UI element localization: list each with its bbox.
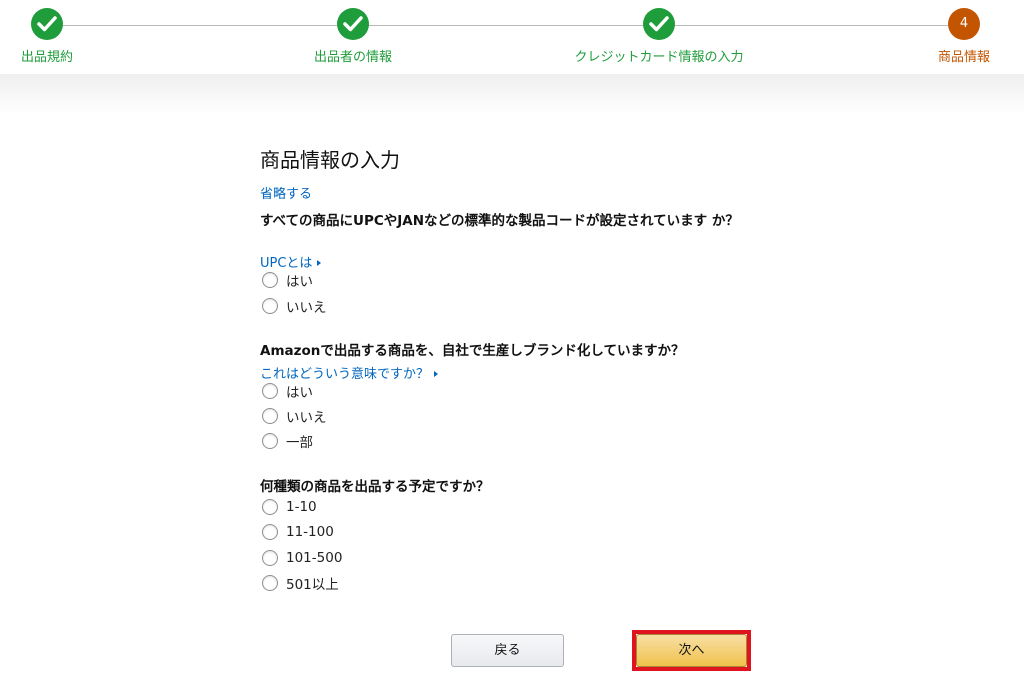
checkmark-icon	[337, 8, 369, 40]
radio-label: いいえ	[286, 410, 327, 426]
brand-help-link[interactable]: これはどういう意味ですか？	[260, 363, 439, 382]
step-number: 4	[959, 16, 969, 31]
radio-option-codes-yes[interactable]: はい	[262, 270, 313, 290]
radio-button[interactable]	[262, 433, 278, 449]
radio-button[interactable]	[262, 550, 278, 566]
back-button[interactable]: 戻る	[451, 634, 564, 667]
step-label: 出品者の情報	[313, 50, 392, 65]
radio-option-count-11-100[interactable]: 11-100	[262, 522, 334, 542]
step-credit-card: クレジットカード情報の入力	[559, 8, 759, 65]
radio-button[interactable]	[262, 575, 278, 591]
radio-label: 501以上	[286, 577, 339, 593]
radio-option-brand-yes[interactable]: はい	[262, 381, 313, 401]
step-product-info: 4 商品情報	[864, 8, 1024, 65]
radio-label: 101-500	[286, 550, 343, 566]
help-link-label: UPCとは	[260, 256, 313, 271]
radio-label: いいえ	[286, 300, 327, 316]
radio-option-codes-no[interactable]: いいえ	[262, 296, 327, 316]
radio-button[interactable]	[262, 272, 278, 288]
radio-option-brand-partial[interactable]: 一部	[262, 431, 313, 451]
radio-label: はい	[286, 385, 313, 401]
step-number-badge: 4	[948, 8, 980, 40]
radio-label: 1-10	[286, 499, 317, 515]
radio-button[interactable]	[262, 383, 278, 399]
page-title: 商品情報の入力	[260, 148, 400, 172]
step-label: クレジットカード情報の入力	[574, 50, 744, 65]
radio-label: 一部	[286, 435, 313, 451]
help-link-label: これはどういう意味ですか？	[260, 367, 430, 382]
radio-option-count-101-500[interactable]: 101-500	[262, 548, 342, 568]
radio-label: 11-100	[286, 524, 334, 540]
step-terms: 出品規約	[0, 8, 147, 65]
checkmark-icon	[31, 8, 63, 40]
checkmark-icon	[643, 8, 675, 40]
step-label: 出品規約	[20, 50, 73, 65]
question-product-count: 何種類の商品を出品する予定ですか？	[260, 479, 490, 495]
caret-right-icon	[317, 260, 322, 266]
skip-link[interactable]: 省略する	[260, 183, 312, 202]
radio-button[interactable]	[262, 524, 278, 540]
question-product-codes: すべての商品にUPCやJANなどの標準的な製品コードが設定されています か？	[260, 213, 739, 229]
step-label: 商品情報	[937, 50, 990, 65]
step-seller-info: 出品者の情報	[253, 8, 453, 65]
radio-option-brand-no[interactable]: いいえ	[262, 406, 327, 426]
radio-option-count-501-plus[interactable]: 501以上	[262, 573, 339, 593]
question-own-brand: Amazonで出品する商品を、自社で生産しブランド化していますか？	[260, 343, 685, 359]
stepper-shadow	[0, 74, 1024, 114]
radio-label: はい	[286, 274, 313, 290]
radio-option-count-1-10[interactable]: 1-10	[262, 497, 317, 517]
radio-button[interactable]	[262, 298, 278, 314]
radio-button[interactable]	[262, 408, 278, 424]
upc-help-link[interactable]: UPCとは	[260, 252, 322, 271]
next-button[interactable]: 次へ	[636, 634, 747, 667]
radio-button[interactable]	[262, 499, 278, 515]
caret-right-icon	[434, 371, 439, 377]
progress-stepper: 出品規約 出品者の情報 クレジットカード情報の入力 4 商品情報	[0, 0, 1024, 78]
